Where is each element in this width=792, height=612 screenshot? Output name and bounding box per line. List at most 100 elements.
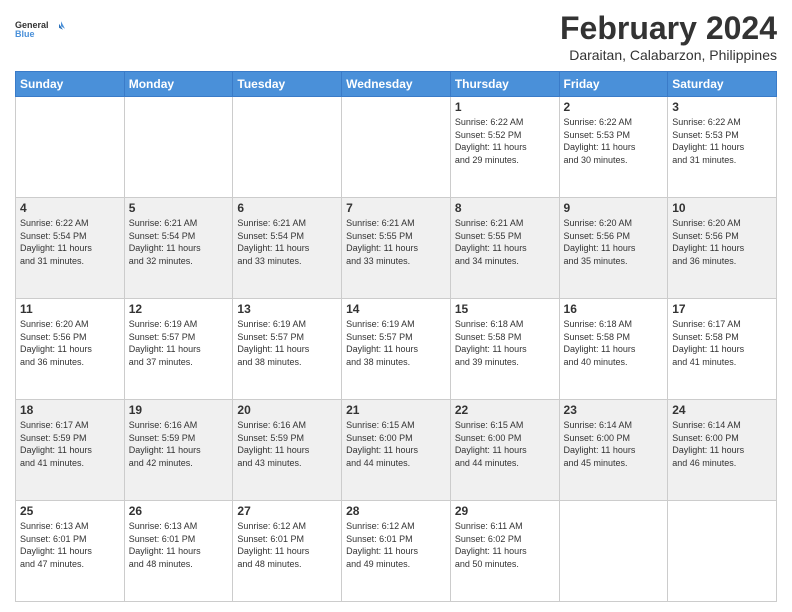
table-cell: 15 Sunrise: 6:18 AMSunset: 5:58 PMDayligh…	[450, 299, 559, 400]
header-tuesday: Tuesday	[233, 72, 342, 97]
header-friday: Friday	[559, 72, 668, 97]
table-cell: 10 Sunrise: 6:20 AMSunset: 5:56 PMDayligh…	[668, 198, 777, 299]
cell-content: Sunrise: 6:18 AMSunset: 5:58 PMDaylight:…	[564, 318, 664, 368]
cell-content: Sunrise: 6:15 AMSunset: 6:00 PMDaylight:…	[346, 419, 446, 469]
cell-content: Sunrise: 6:12 AMSunset: 6:01 PMDaylight:…	[237, 520, 337, 570]
table-cell: 24 Sunrise: 6:14 AMSunset: 6:00 PMDayligh…	[668, 400, 777, 501]
table-cell: 25 Sunrise: 6:13 AMSunset: 6:01 PMDayligh…	[16, 501, 125, 602]
table-cell: 11 Sunrise: 6:20 AMSunset: 5:56 PMDayligh…	[16, 299, 125, 400]
cell-content: Sunrise: 6:20 AMSunset: 5:56 PMDaylight:…	[564, 217, 664, 267]
day-number: 1	[455, 100, 555, 114]
cell-content: Sunrise: 6:19 AMSunset: 5:57 PMDaylight:…	[237, 318, 337, 368]
table-cell: 17 Sunrise: 6:17 AMSunset: 5:58 PMDayligh…	[668, 299, 777, 400]
cell-content: Sunrise: 6:17 AMSunset: 5:59 PMDaylight:…	[20, 419, 120, 469]
header-saturday: Saturday	[668, 72, 777, 97]
day-number: 19	[129, 403, 229, 417]
week-row-5: 25 Sunrise: 6:13 AMSunset: 6:01 PMDayligh…	[16, 501, 777, 602]
table-cell: 28 Sunrise: 6:12 AMSunset: 6:01 PMDayligh…	[342, 501, 451, 602]
day-number: 10	[672, 201, 772, 215]
header-monday: Monday	[124, 72, 233, 97]
header-row: SundayMondayTuesdayWednesdayThursdayFrid…	[16, 72, 777, 97]
day-number: 25	[20, 504, 120, 518]
page: General Blue February 2024 Daraitan, Cal…	[0, 0, 792, 612]
header-thursday: Thursday	[450, 72, 559, 97]
day-number: 8	[455, 201, 555, 215]
table-cell: 13 Sunrise: 6:19 AMSunset: 5:57 PMDayligh…	[233, 299, 342, 400]
cell-content: Sunrise: 6:13 AMSunset: 6:01 PMDaylight:…	[20, 520, 120, 570]
table-cell: 27 Sunrise: 6:12 AMSunset: 6:01 PMDayligh…	[233, 501, 342, 602]
table-cell: 1 Sunrise: 6:22 AMSunset: 5:52 PMDaylight…	[450, 97, 559, 198]
table-cell: 7Sunrise: 6:21 AMSunset: 5:55 PMDaylight…	[342, 198, 451, 299]
table-cell	[342, 97, 451, 198]
day-number: 3	[672, 100, 772, 114]
day-number: 17	[672, 302, 772, 316]
day-number: 5	[129, 201, 229, 215]
table-cell: 3 Sunrise: 6:22 AMSunset: 5:53 PMDaylight…	[668, 97, 777, 198]
logo-svg: General Blue	[15, 10, 65, 50]
cell-content: Sunrise: 6:12 AMSunset: 6:01 PMDaylight:…	[346, 520, 446, 570]
logo: General Blue	[15, 10, 65, 50]
table-cell: 6 Sunrise: 6:21 AMSunset: 5:54 PMDaylight…	[233, 198, 342, 299]
cell-content: Sunrise: 6:16 AMSunset: 5:59 PMDaylight:…	[237, 419, 337, 469]
table-cell: 22Sunrise: 6:15 AMSunset: 6:00 PMDayligh…	[450, 400, 559, 501]
day-number: 26	[129, 504, 229, 518]
table-cell	[559, 501, 668, 602]
cell-content: Sunrise: 6:21 AMSunset: 5:55 PMDaylight:…	[455, 217, 555, 267]
cell-content: Sunrise: 6:19 AMSunset: 5:57 PMDaylight:…	[346, 318, 446, 368]
day-number: 28	[346, 504, 446, 518]
cell-content: Sunrise: 6:16 AMSunset: 5:59 PMDaylight:…	[129, 419, 229, 469]
table-cell: 21 Sunrise: 6:15 AMSunset: 6:00 PMDayligh…	[342, 400, 451, 501]
title-block: February 2024 Daraitan, Calabarzon, Phil…	[560, 10, 777, 63]
cell-content: Sunrise: 6:13 AMSunset: 6:01 PMDaylight:…	[129, 520, 229, 570]
table-cell	[233, 97, 342, 198]
cell-content: Sunrise: 6:22 AMSunset: 5:53 PMDaylight:…	[564, 116, 664, 166]
location: Daraitan, Calabarzon, Philippines	[560, 47, 777, 63]
day-number: 27	[237, 504, 337, 518]
day-number: 11	[20, 302, 120, 316]
header-wednesday: Wednesday	[342, 72, 451, 97]
day-number: 29	[455, 504, 555, 518]
week-row-4: 18 Sunrise: 6:17 AMSunset: 5:59 PMDayligh…	[16, 400, 777, 501]
day-number: 15	[455, 302, 555, 316]
day-number: 18	[20, 403, 120, 417]
table-cell: 8 Sunrise: 6:21 AMSunset: 5:55 PMDaylight…	[450, 198, 559, 299]
table-cell: 18 Sunrise: 6:17 AMSunset: 5:59 PMDayligh…	[16, 400, 125, 501]
day-number: 12	[129, 302, 229, 316]
week-row-1: 1 Sunrise: 6:22 AMSunset: 5:52 PMDaylight…	[16, 97, 777, 198]
table-cell: 9Sunrise: 6:20 AMSunset: 5:56 PMDaylight…	[559, 198, 668, 299]
day-number: 4	[20, 201, 120, 215]
day-number: 24	[672, 403, 772, 417]
day-number: 7	[346, 201, 446, 215]
day-number: 16	[564, 302, 664, 316]
cell-content: Sunrise: 6:22 AMSunset: 5:52 PMDaylight:…	[455, 116, 555, 166]
cell-content: Sunrise: 6:14 AMSunset: 6:00 PMDaylight:…	[672, 419, 772, 469]
week-row-3: 11 Sunrise: 6:20 AMSunset: 5:56 PMDayligh…	[16, 299, 777, 400]
header: General Blue February 2024 Daraitan, Cal…	[15, 10, 777, 63]
cell-content: Sunrise: 6:19 AMSunset: 5:57 PMDaylight:…	[129, 318, 229, 368]
day-number: 14	[346, 302, 446, 316]
cell-content: Sunrise: 6:18 AMSunset: 5:58 PMDaylight:…	[455, 318, 555, 368]
cell-content: Sunrise: 6:20 AMSunset: 5:56 PMDaylight:…	[672, 217, 772, 267]
table-cell: 16 Sunrise: 6:18 AMSunset: 5:58 PMDayligh…	[559, 299, 668, 400]
day-number: 2	[564, 100, 664, 114]
table-cell	[668, 501, 777, 602]
header-sunday: Sunday	[16, 72, 125, 97]
day-number: 22	[455, 403, 555, 417]
day-number: 23	[564, 403, 664, 417]
svg-text:Blue: Blue	[15, 29, 35, 39]
table-cell: 12 Sunrise: 6:19 AMSunset: 5:57 PMDayligh…	[124, 299, 233, 400]
cell-content: Sunrise: 6:21 AMSunset: 5:54 PMDaylight:…	[237, 217, 337, 267]
cell-content: Sunrise: 6:20 AMSunset: 5:56 PMDaylight:…	[20, 318, 120, 368]
table-cell: 29 Sunrise: 6:11 AMSunset: 6:02 PMDayligh…	[450, 501, 559, 602]
table-cell: 4Sunrise: 6:22 AMSunset: 5:54 PMDaylight…	[16, 198, 125, 299]
day-number: 20	[237, 403, 337, 417]
cell-content: Sunrise: 6:14 AMSunset: 6:00 PMDaylight:…	[564, 419, 664, 469]
day-number: 6	[237, 201, 337, 215]
day-number: 21	[346, 403, 446, 417]
day-number: 13	[237, 302, 337, 316]
cell-content: Sunrise: 6:11 AMSunset: 6:02 PMDaylight:…	[455, 520, 555, 570]
cell-content: Sunrise: 6:21 AMSunset: 5:54 PMDaylight:…	[129, 217, 229, 267]
cell-content: Sunrise: 6:17 AMSunset: 5:58 PMDaylight:…	[672, 318, 772, 368]
table-cell	[124, 97, 233, 198]
cell-content: Sunrise: 6:22 AMSunset: 5:53 PMDaylight:…	[672, 116, 772, 166]
